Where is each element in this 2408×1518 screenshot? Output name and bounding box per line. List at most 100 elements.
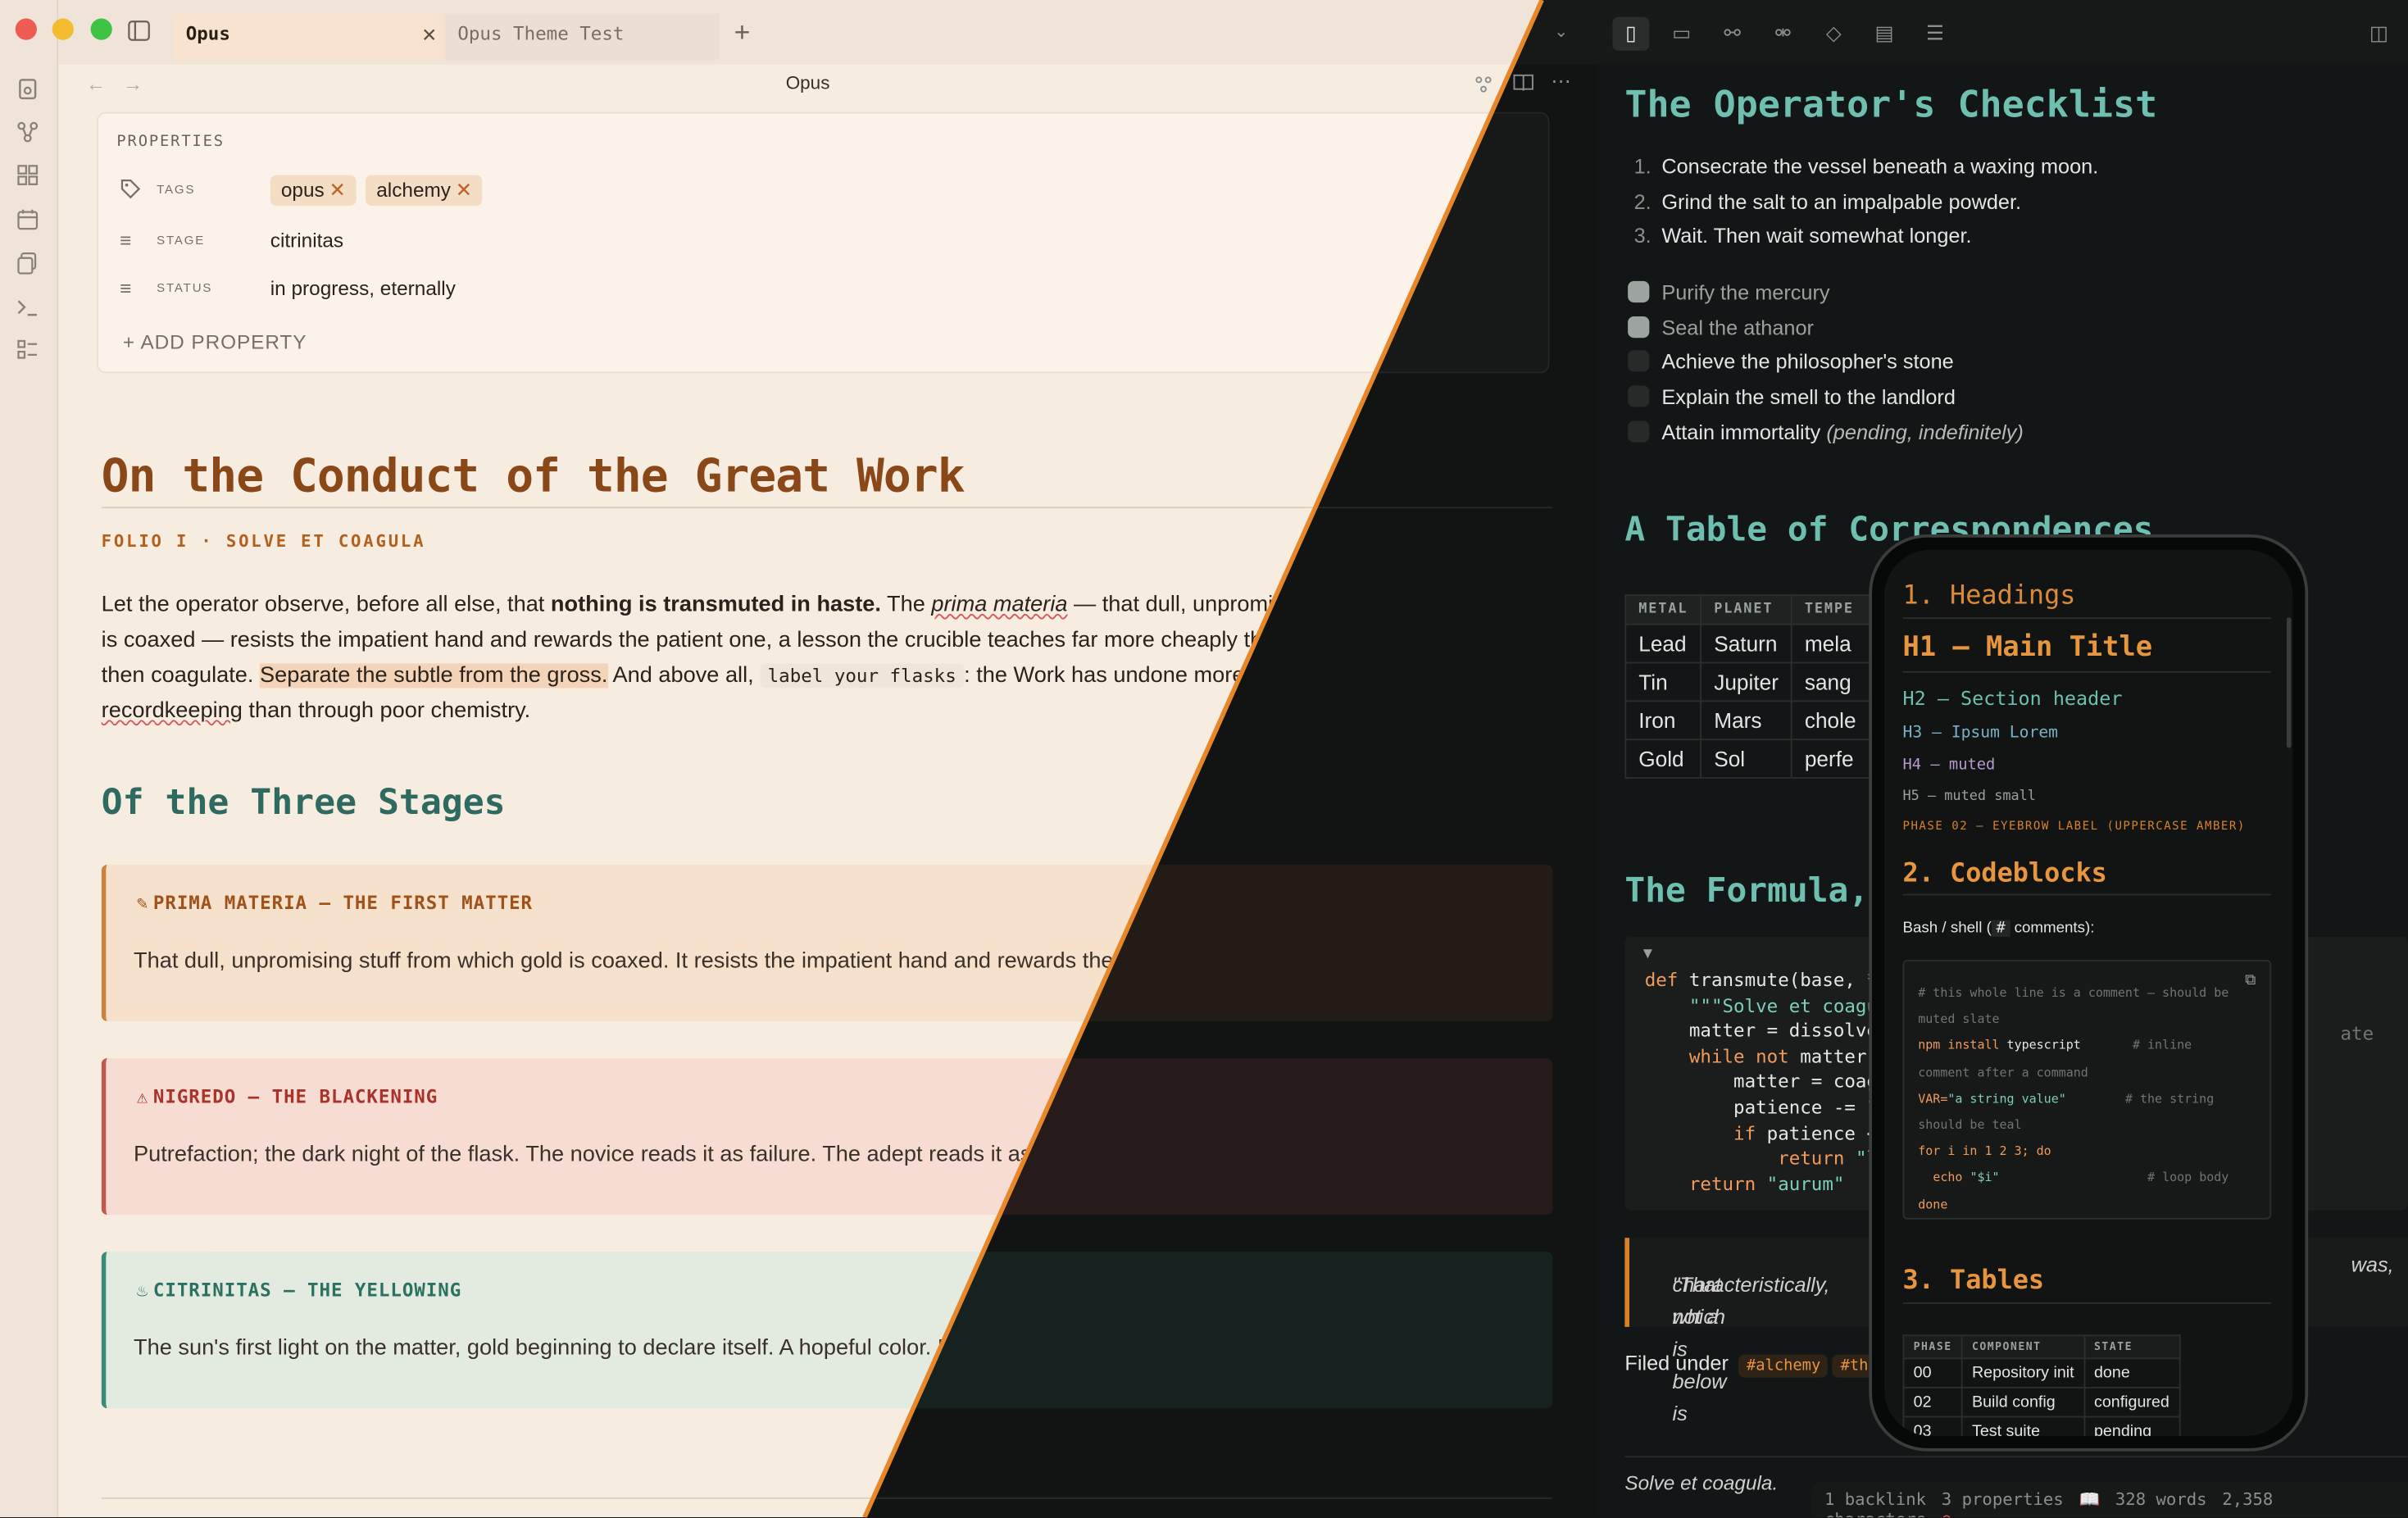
property-status[interactable]: ≡ STATUS in progress, eternally [120, 272, 1502, 309]
archive-icon[interactable]: ▤ [1866, 17, 1903, 51]
property-key: TAGS [157, 182, 196, 197]
tab-opus[interactable]: Opus ✕ [173, 13, 446, 61]
tag-icon[interactable]: ◇ [1815, 17, 1852, 51]
tab-label: Opus Theme Test [457, 23, 625, 45]
tag-link[interactable]: #alchemy [1738, 1354, 1829, 1378]
divider [1902, 670, 2272, 673]
list-item: 3. Wait. Then wait somewhat longer. [1633, 224, 1972, 248]
checkbox-checked[interactable] [1628, 316, 1650, 338]
copy-icon[interactable]: ⧉ [2245, 972, 2256, 989]
property-tags[interactable]: TAGS opus ✕ alchemy ✕ [120, 174, 1502, 211]
callout-body: That dull, unpromising stuff from which … [134, 948, 1237, 974]
task-list: Purify the mercury Seal the athanor Achi… [1628, 276, 2024, 451]
callout-body: Putrefaction; the dark night of the flas… [134, 1143, 1127, 1168]
property-value[interactable]: citrinitas [270, 229, 343, 252]
phone-code-block: ⧉ # this whole line is a comment — shoul… [1902, 960, 2272, 1220]
sync-off-icon[interactable]: ⊘ [1942, 1510, 1951, 1517]
file-icon[interactable]: ▯ [1612, 16, 1650, 51]
add-property-button[interactable]: + ADD PROPERTY [123, 330, 307, 353]
property-stage[interactable]: ≡ STAGE citrinitas [120, 225, 1502, 261]
warning-icon: ⚠ [136, 1085, 149, 1107]
callout-title: PRIMA MATERIA — THE FIRST MATTER [152, 892, 534, 914]
eyebrow-label: FOLIO I · SOLVE ET COAGULA [101, 531, 426, 552]
sidebar-toggle-icon[interactable] [128, 20, 151, 49]
formula-heading: The Formula, [1624, 872, 1870, 911]
table-row: Tin Jupiter sang [1624, 661, 1870, 702]
document-icon[interactable]: ▭ [1663, 17, 1700, 51]
more-options-icon[interactable]: ⋯ [1551, 69, 1570, 93]
table-row: Iron Mars chole [1624, 700, 1870, 741]
checkbox-unchecked[interactable] [1628, 350, 1650, 373]
remove-tag-icon[interactable]: ✕ [456, 178, 472, 201]
closing-line: Solve et coagula. [1624, 1471, 1779, 1495]
status-bar: 1 backlink3 properties📖328 words2,358 ch… [1811, 1482, 2408, 1518]
table-row: 03 Test suite pending [1902, 1416, 2181, 1436]
zoom-window-button[interactable] [90, 18, 112, 40]
minimize-window-button[interactable] [52, 18, 74, 40]
tab-opus-theme-test[interactable]: Opus Theme Test [445, 13, 719, 61]
fold-icon[interactable]: ▼ [1640, 946, 1656, 963]
chevron-down-icon[interactable]: ⌄ [1554, 21, 1568, 41]
scrollbar[interactable] [2286, 617, 2292, 748]
task-item[interactable]: Explain the smell to the landlord [1628, 381, 2024, 416]
copy-icon[interactable] [16, 250, 40, 275]
close-icon[interactable]: ✕ [422, 20, 436, 48]
note-title: Opus [785, 72, 830, 94]
phone-h4: H4 — muted [1902, 757, 1996, 775]
code-content: def transmute(base, *, """Solve et coagu… [1644, 969, 1889, 1195]
task-item[interactable]: Achieve the philosopher's stone [1628, 346, 2024, 381]
table-row: Gold Sol perfe [1624, 739, 1870, 779]
pencil-icon: ✎ [136, 892, 149, 914]
phone-preview: 1. Headings H1 — Main Title H2 — Section… [1869, 534, 2309, 1452]
list-icon[interactable]: ☰ [1916, 17, 1953, 51]
table-row: Lead Saturn mela [1624, 623, 1870, 664]
quote-fragment: was, [2351, 1252, 2394, 1277]
tag-pill[interactable]: opus ✕ [270, 175, 357, 207]
filed-under: Filed under #alchemy #th [1624, 1352, 1876, 1378]
column-header: PLANET [1700, 594, 1792, 625]
graph-view-icon[interactable] [1474, 74, 1493, 102]
reading-view-icon[interactable] [1513, 72, 1534, 100]
list-item: 2. Grind the salt to an impalpable powder… [1633, 189, 2022, 213]
link-icon[interactable]: ⚯ [1714, 17, 1751, 51]
book-icon[interactable]: 📖 [2079, 1489, 2100, 1509]
phone-h2: H2 — Section header [1902, 686, 2123, 710]
close-window-button[interactable] [15, 18, 37, 40]
checklist-icon[interactable] [16, 338, 40, 362]
canvas-icon[interactable] [16, 163, 40, 188]
task-item[interactable]: Purify the mercury [1628, 276, 2024, 311]
checkbox-unchecked[interactable] [1628, 420, 1650, 443]
flame-icon: ♨ [136, 1279, 149, 1302]
document-title: On the Conduct of the Great Work [101, 449, 965, 504]
divider [1902, 1302, 2272, 1304]
properties-heading: PROPERTIES [116, 134, 225, 151]
properties-panel: PROPERTIES TAGS opus ✕ alchemy ✕ ≡ STAGE ci… [97, 111, 1542, 374]
plus-icon: + [122, 330, 136, 353]
right-sidebar-toggle-icon[interactable]: ◫ [2360, 17, 2397, 51]
column-header: METAL [1624, 594, 1702, 625]
checkbox-unchecked[interactable] [1628, 385, 1650, 407]
terminal-icon[interactable] [16, 295, 40, 320]
left-ribbon [0, 0, 59, 1518]
tag-pill[interactable]: alchemy ✕ [366, 175, 484, 207]
section-heading: Of the Three Stages [101, 783, 506, 824]
task-item[interactable]: Seal the athanor [1628, 311, 2024, 347]
task-item[interactable]: Attain immortality (pending, indefinitel… [1628, 416, 2024, 451]
phone-section-tables: 3. Tables [1902, 1265, 2045, 1297]
text-lines-icon: ≡ [120, 229, 132, 252]
calendar-icon[interactable] [16, 207, 40, 232]
tag-icon [120, 178, 141, 204]
graph-icon[interactable] [16, 120, 40, 144]
unlink-icon[interactable]: ⚮ [1765, 17, 1801, 51]
checkbox-checked[interactable] [1628, 280, 1650, 303]
phone-section-headings: 1. Headings [1902, 580, 2076, 611]
phone-section-codeblocks: 2. Codeblocks [1902, 858, 2107, 889]
divider [1902, 617, 2272, 620]
checklist-heading: The Operator's Checklist [1624, 83, 2158, 126]
misspelled-word[interactable]: recordkeeping [102, 699, 243, 724]
remove-tag-icon[interactable]: ✕ [329, 178, 345, 201]
new-tab-icon[interactable]: + [734, 17, 751, 49]
property-value[interactable]: in progress, eternally [270, 276, 456, 299]
phone-h1: H1 — Main Title [1902, 631, 2153, 664]
backlinks-count[interactable]: 1 backlink [1824, 1489, 1926, 1509]
